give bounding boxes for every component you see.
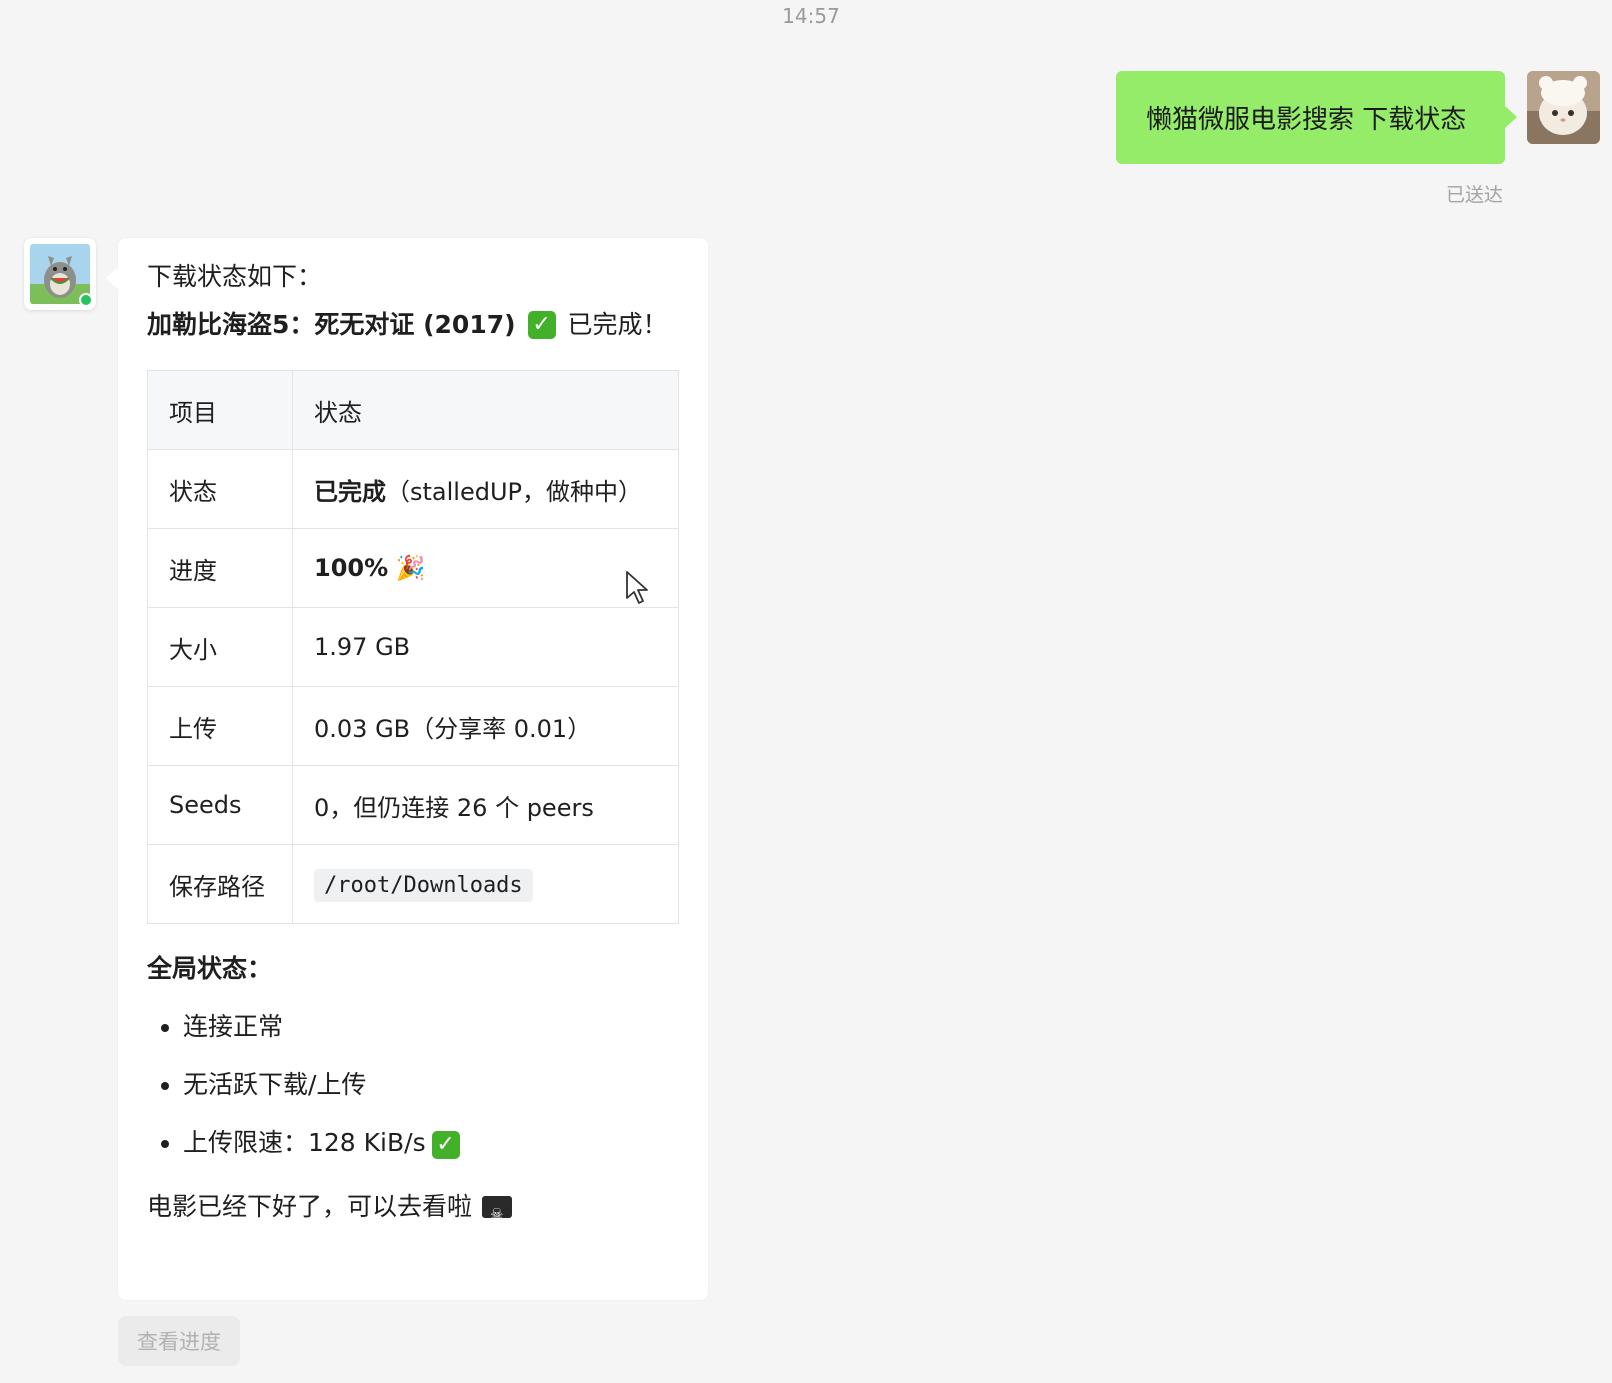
table-row: 状态 已完成（stalledUP，做种中）: [147, 449, 679, 529]
row-label: 状态: [147, 449, 293, 529]
view-progress-button[interactable]: 查看进度: [118, 1316, 240, 1366]
table-header-row: 项目 状态: [147, 370, 679, 450]
row-value: 已完成（stalledUP，做种中）: [292, 449, 679, 529]
save-path-code: /root/Downloads: [314, 869, 533, 902]
list-item: 无活跃下载/上传: [183, 1068, 679, 1102]
row-value: 100% 🎉: [292, 528, 679, 608]
row-value: 0，但仍连接 26 个 peers: [292, 765, 679, 845]
closing-text: 电影已经下好了，可以去看啦: [147, 1190, 679, 1231]
table-row: 保存路径 /root/Downloads: [147, 844, 679, 924]
headline-status: 已完成！: [567, 310, 668, 339]
outgoing-message-bubble[interactable]: 懒猫微服电影搜索 下载状态: [1116, 71, 1517, 164]
row-value: /root/Downloads: [292, 844, 679, 924]
message-headline: 加勒比海盗5：死无对证 (2017) ✓ 已完成！: [147, 308, 679, 342]
closing-text-content: 电影已经下好了，可以去看啦: [147, 1192, 473, 1221]
bot-avatar[interactable]: [24, 238, 96, 310]
list-item: 上传限速：128 KiB/s✓: [183, 1126, 679, 1160]
row-label: 保存路径: [147, 844, 293, 924]
check-mark-icon: ✓: [527, 311, 556, 339]
table-header-cell: 状态: [292, 370, 679, 450]
message-timestamp: 14:57: [782, 4, 840, 28]
list-item: 连接正常: [183, 1010, 679, 1044]
table-row: 上传 0.03 GB（分享率 0.01）: [147, 686, 679, 766]
party-popper-icon: 🎉: [395, 554, 426, 582]
row-label: 大小: [147, 607, 293, 687]
movie-title: 加勒比海盗5：死无对证 (2017): [147, 310, 516, 339]
row-value-text: （stalledUP，做种中）: [386, 477, 642, 506]
mouse-cursor-icon: [626, 571, 648, 604]
outgoing-message-text: 懒猫微服电影搜索 下载状态: [1146, 105, 1467, 135]
row-value: 1.97 GB: [292, 607, 679, 687]
row-value-bold: 已完成: [314, 477, 386, 506]
table-header-cell: 项目: [147, 370, 293, 450]
user-avatar[interactable]: [1527, 71, 1600, 144]
global-status-list: 连接正常 无活跃下载/上传 上传限速：128 KiB/s✓: [147, 1010, 679, 1160]
list-item-text: 上传限速：128 KiB/s: [183, 1128, 426, 1157]
message-intro: 下载状态如下：: [147, 262, 323, 291]
check-mark-icon: ✓: [431, 1131, 460, 1159]
row-value-bold: 100%: [314, 554, 389, 582]
row-value: 0.03 GB（分享率 0.01）: [292, 686, 679, 766]
incoming-message-bubble[interactable]: 下载状态如下： 加勒比海盗5：死无对证 (2017) ✓ 已完成！ 项目 状态 …: [106, 238, 708, 1300]
table-row: 进度 100% 🎉: [147, 528, 679, 608]
global-status-title: 全局状态：: [147, 954, 273, 983]
pirate-flag-icon: [482, 1196, 513, 1231]
delivery-status: 已送达: [1446, 184, 1504, 206]
table-row: Seeds 0，但仍连接 26 个 peers: [147, 765, 679, 845]
online-status-dot: [79, 293, 93, 307]
table-row: 大小 1.97 GB: [147, 607, 679, 687]
download-status-table: 项目 状态 状态 已完成（stalledUP，做种中） 进度 100% 🎉 大小…: [147, 370, 679, 924]
row-label: 进度: [147, 528, 293, 608]
row-label: Seeds: [147, 765, 293, 845]
cat-avatar-icon: [1527, 71, 1600, 144]
row-label: 上传: [147, 686, 293, 766]
